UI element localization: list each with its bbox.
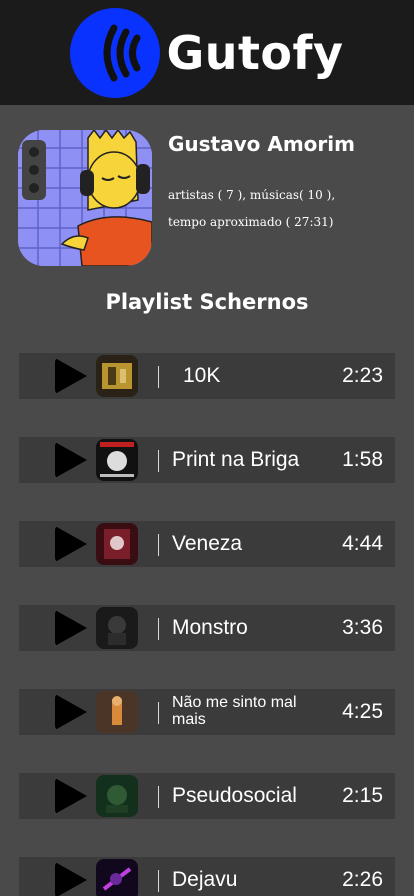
- profile-section: Gustavo Amorim artistas ( 7 ), músicas( …: [18, 130, 398, 270]
- profile-avatar[interactable]: [18, 130, 152, 266]
- track-row[interactable]: 10K 2:23: [19, 353, 395, 399]
- play-icon: [55, 778, 87, 814]
- album-cover-icon: [96, 355, 138, 397]
- play-icon: [55, 610, 87, 646]
- play-button[interactable]: [33, 521, 87, 567]
- track-title: Dejavu: [172, 867, 238, 891]
- separator: [158, 450, 159, 472]
- track-duration: 1:58: [342, 448, 383, 471]
- sound-waves-icon: [103, 24, 141, 81]
- album-cover-icon: [96, 691, 138, 733]
- track-row[interactable]: Dejavu 2:26: [19, 857, 395, 896]
- separator: [158, 702, 159, 724]
- play-icon: [55, 526, 87, 562]
- cartoon-avatar-icon: [18, 130, 152, 266]
- track-title: Monstro: [172, 615, 248, 639]
- track-row[interactable]: Pseudosocial 2:15: [19, 773, 395, 819]
- track-row[interactable]: Veneza 4:44: [19, 521, 395, 567]
- profile-stats-line2: tempo aproximado ( 27:31): [168, 215, 334, 229]
- album-cover-icon: [96, 859, 138, 896]
- separator: [158, 366, 159, 388]
- profile-stats-line1: artistas ( 7 ), músicas( 10 ),: [168, 188, 336, 202]
- profile-name: Gustavo Amorim: [168, 132, 355, 156]
- track-row[interactable]: Não me sinto mal mais 4:25: [19, 689, 395, 735]
- track-title: 10K: [183, 363, 221, 387]
- separator: [158, 786, 159, 808]
- album-cover-icon: [96, 607, 138, 649]
- track-title: Pseudosocial: [172, 783, 297, 807]
- separator: [158, 870, 159, 892]
- play-button[interactable]: [33, 437, 87, 483]
- play-icon: [55, 358, 87, 394]
- track-duration: 2:15: [342, 784, 383, 807]
- album-cover-icon: [96, 523, 138, 565]
- app-header: Gutofy: [0, 0, 414, 105]
- track-title: Não me sinto mal mais: [172, 694, 297, 728]
- play-button[interactable]: [33, 773, 87, 819]
- play-button[interactable]: [33, 353, 87, 399]
- play-button[interactable]: [33, 689, 87, 735]
- album-cover-icon: [96, 439, 138, 481]
- track-row[interactable]: Print na Briga 1:58: [19, 437, 395, 483]
- track-row[interactable]: Monstro 3:36: [19, 605, 395, 651]
- track-duration: 4:44: [342, 532, 383, 555]
- separator: [158, 534, 159, 556]
- album-cover-icon: [96, 775, 138, 817]
- play-icon: [55, 862, 87, 896]
- profile-stats: artistas ( 7 ), músicas( 10 ), tempo apr…: [168, 182, 408, 236]
- track-title: Print na Briga: [172, 447, 300, 471]
- track-duration: 2:26: [342, 868, 383, 891]
- play-button[interactable]: [33, 605, 87, 651]
- playlist-title: Playlist Schernos: [105, 290, 309, 314]
- track-duration: 3:36: [342, 616, 383, 639]
- track-title: Veneza: [172, 531, 243, 555]
- play-button[interactable]: [33, 857, 87, 896]
- track-duration: 4:25: [342, 700, 383, 723]
- play-icon: [55, 442, 87, 478]
- track-duration: 2:23: [342, 364, 383, 387]
- app-logo[interactable]: [70, 7, 161, 98]
- play-icon: [55, 694, 87, 730]
- app-title: Gutofy: [166, 25, 344, 80]
- separator: [158, 618, 159, 640]
